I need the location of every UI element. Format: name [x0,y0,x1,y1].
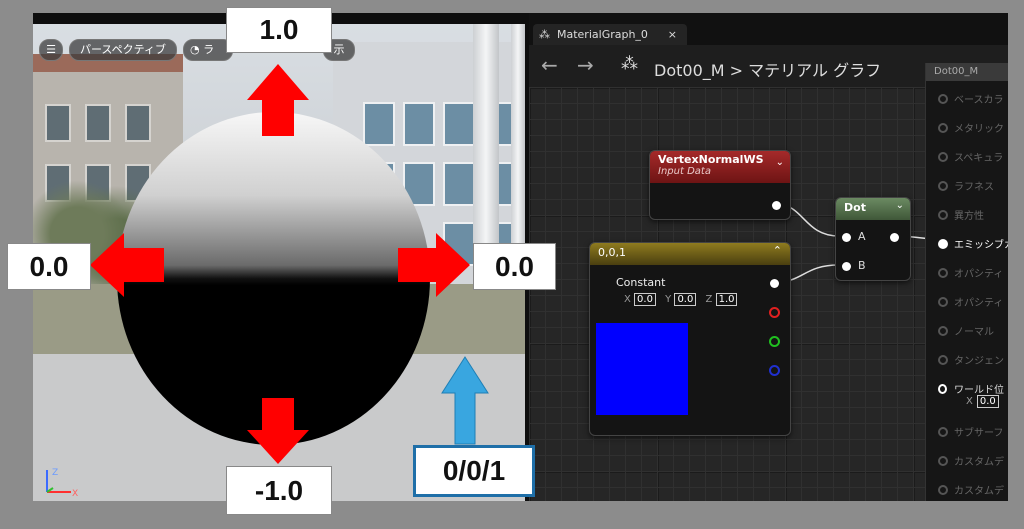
pin-label: オパシティ [954,269,1004,280]
input-pin[interactable] [938,268,948,278]
x-label: X [966,396,973,407]
lit-mode-icon: ◔ [190,43,200,56]
result-pin-row[interactable]: 異方性 [926,205,1008,225]
z-label: Z [705,294,713,305]
dot-node[interactable]: Dot ⌄ A B [835,197,911,281]
result-pin-row[interactable]: カスタムデ [926,451,1008,471]
material-result-node[interactable]: Dot00_M ベースカラメタリックスペキュララフネス異方性エミッシブカ オパシテ… [925,63,1008,501]
z-value-field[interactable]: 1.0 [715,293,738,306]
axis-z-label: Z [52,468,58,478]
vertex-normal-node[interactable]: VertexNormalWS Input Data ⌄ [649,150,791,220]
input-pin[interactable] [938,181,948,191]
output-pin-b[interactable] [769,365,780,376]
pin-b-label: B [858,259,866,272]
pin-label: タンジェン [954,356,1004,367]
lit-mode-label: ラ [203,43,215,56]
pin-label: サブサーフ [954,428,1004,439]
perspective-label: パースペクティブ [79,43,167,56]
result-pin-row[interactable]: エミッシブカ [926,234,1008,254]
node-subtitle: Input Data [658,166,711,177]
value-label-top: 1.0 [226,7,332,53]
result-pin-row[interactable]: カスタムデ [926,480,1008,500]
x-label: X [624,294,631,305]
input-pin[interactable] [938,239,948,249]
input-pin[interactable] [938,152,948,162]
input-pin[interactable] [938,326,948,336]
value-label-left: 0.0 [7,243,91,290]
node-title: VertexNormalWS [658,153,764,166]
output-pin-g[interactable] [769,336,780,347]
pin-label: ワールド位 [954,385,1004,396]
pin-label: エミッシブカ [954,240,1008,251]
value-label-bottom: -1.0 [226,466,332,515]
result-pin-row[interactable]: ラフネス [926,176,1008,196]
chevron-up-icon[interactable]: ⌃ [773,244,782,257]
output-pin-r[interactable] [769,307,780,318]
pin-label: 異方性 [954,211,984,222]
constant3vector-node[interactable]: 0,0,1 ⌃ Constant X 0.0 Y 0.0 Z 1.0 [589,242,791,436]
material-graph-panel: ⁂ MaterialGraph_0 × ← → ⁂ Dot00_M > マテリア… [529,13,1008,501]
result-pin-row[interactable]: ベースカラ [926,89,1008,109]
input-pin[interactable] [938,427,948,437]
result-node-title: Dot00_M [926,63,1008,81]
input-pin[interactable] [938,485,948,495]
output-pin-rgb[interactable] [770,279,779,288]
output-pin[interactable] [890,233,899,242]
input-pin[interactable] [938,384,947,394]
color-preview-swatch [596,323,688,415]
node-title: Dot [844,201,866,214]
result-pin-row[interactable]: スペキュラ [926,147,1008,167]
input-pin[interactable] [938,297,948,307]
result-pin-row[interactable]: サブサーフ [926,422,1008,442]
level-viewport[interactable]: ☰ パースペクティブ ◔ ラ 示 Z X [33,24,525,501]
pin-label: メタリック [954,124,1004,135]
vector-value-label: 0/0/1 [413,445,535,497]
value-label-right: 0.0 [473,243,556,290]
result-pin-row[interactable]: メタリック [926,118,1008,138]
result-pin-row[interactable]: オパシティ [926,292,1008,312]
pin-label: カスタムデ [954,457,1004,468]
input-pin[interactable] [938,456,948,466]
hamburger-icon: ☰ [46,43,56,56]
pin-label: スペキュラ [954,153,1004,164]
wpo-vector-field: X 0.0 [966,395,999,408]
x-value-field[interactable]: 0.0 [976,395,999,408]
output-pin[interactable] [772,201,781,210]
input-pin[interactable] [938,123,948,133]
x-value-field[interactable]: 0.0 [634,293,656,306]
chevron-down-icon[interactable]: ⌄ [896,200,904,211]
result-pin-row[interactable]: タンジェン [926,350,1008,370]
axis-x-label: X [72,489,78,498]
input-pin-a[interactable] [842,233,851,242]
result-pin-row[interactable]: オパシティ [926,263,1008,283]
chevron-down-icon[interactable]: ⌄ [776,157,784,168]
preview-sphere [117,112,430,445]
vector-fields: X 0.0 Y 0.0 Z 1.0 [624,293,738,306]
y-value-field[interactable]: 0.0 [674,293,697,306]
pin-label: ベースカラ [954,95,1004,106]
constant-label: Constant [616,276,666,289]
result-pin-row[interactable]: ノーマル [926,321,1008,341]
input-pin[interactable] [938,355,948,365]
pin-label: ノーマル [954,327,994,338]
pin-label: カスタムデ [954,486,1004,497]
input-pin-b[interactable] [842,262,851,271]
input-pin[interactable] [938,210,948,220]
viewport-menu-button[interactable]: ☰ [39,39,63,61]
show-label: 示 [333,43,345,56]
perspective-button[interactable]: パースペクティブ [69,39,177,61]
y-label: Y [665,294,672,305]
axis-gizmo: Z X [46,468,78,498]
pin-label: オパシティ [954,298,1004,309]
pin-label: ラフネス [954,182,994,193]
node-title: 0,0,1 [598,246,626,259]
pin-a-label: A [858,230,866,243]
input-pin[interactable] [938,94,948,104]
